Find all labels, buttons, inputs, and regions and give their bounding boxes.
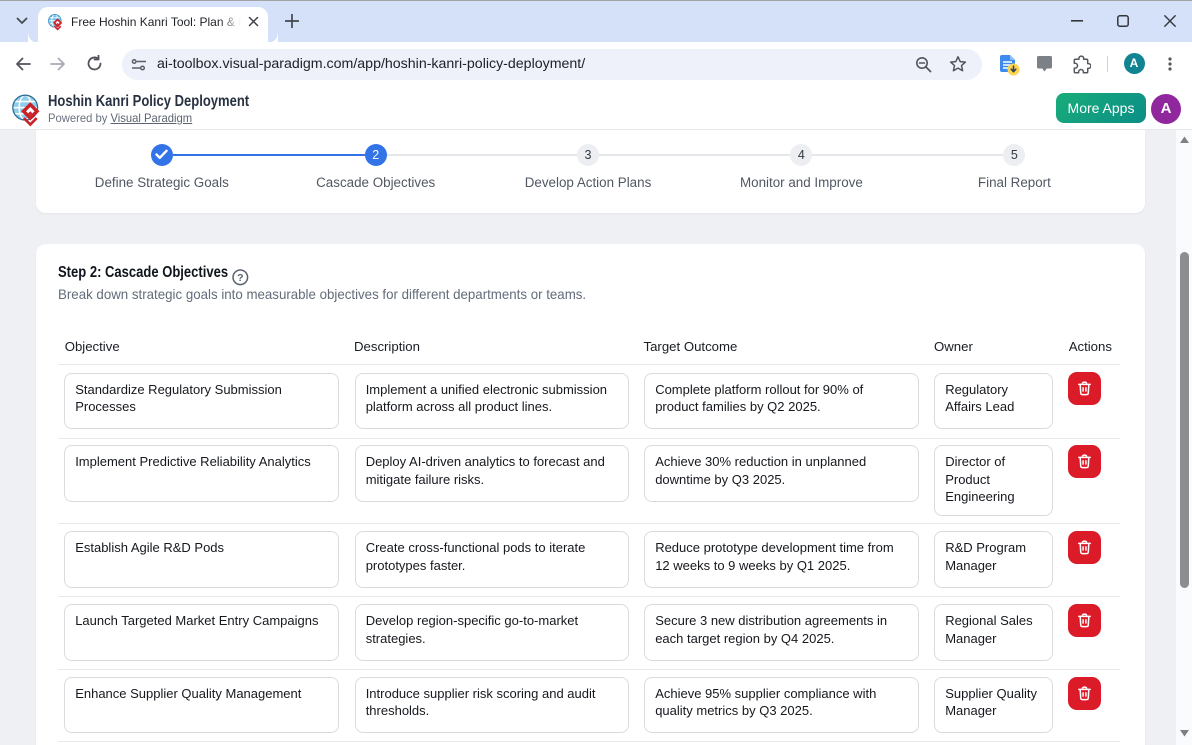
svg-text:?: ? bbox=[237, 272, 243, 284]
